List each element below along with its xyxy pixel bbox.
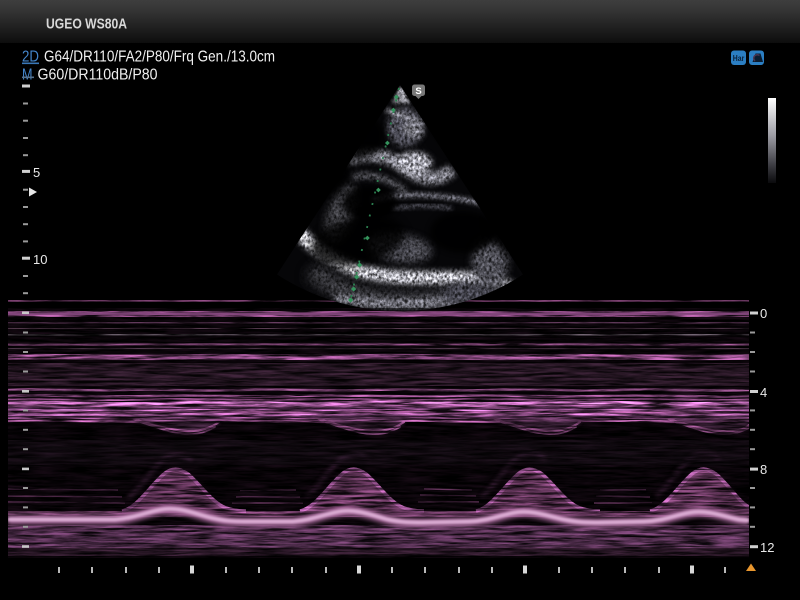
svg-text:G60/DR110dB/P80: G60/DR110dB/P80 [38, 66, 158, 83]
svg-text:S: S [415, 86, 421, 97]
svg-text:0: 0 [760, 306, 767, 321]
svg-text:5: 5 [33, 165, 40, 180]
svg-text:G64/DR110/FA2/P80/Frq Gen./13.: G64/DR110/FA2/P80/Frq Gen./13.0cm [44, 48, 275, 65]
svg-text:UGEO WS80A: UGEO WS80A [46, 16, 127, 33]
svg-text:12: 12 [760, 540, 774, 555]
svg-text:Har: Har [733, 54, 745, 63]
svg-text:10: 10 [33, 252, 47, 267]
svg-text:8: 8 [760, 462, 767, 477]
svg-text:4: 4 [760, 385, 767, 400]
svg-text:M: M [22, 66, 33, 83]
